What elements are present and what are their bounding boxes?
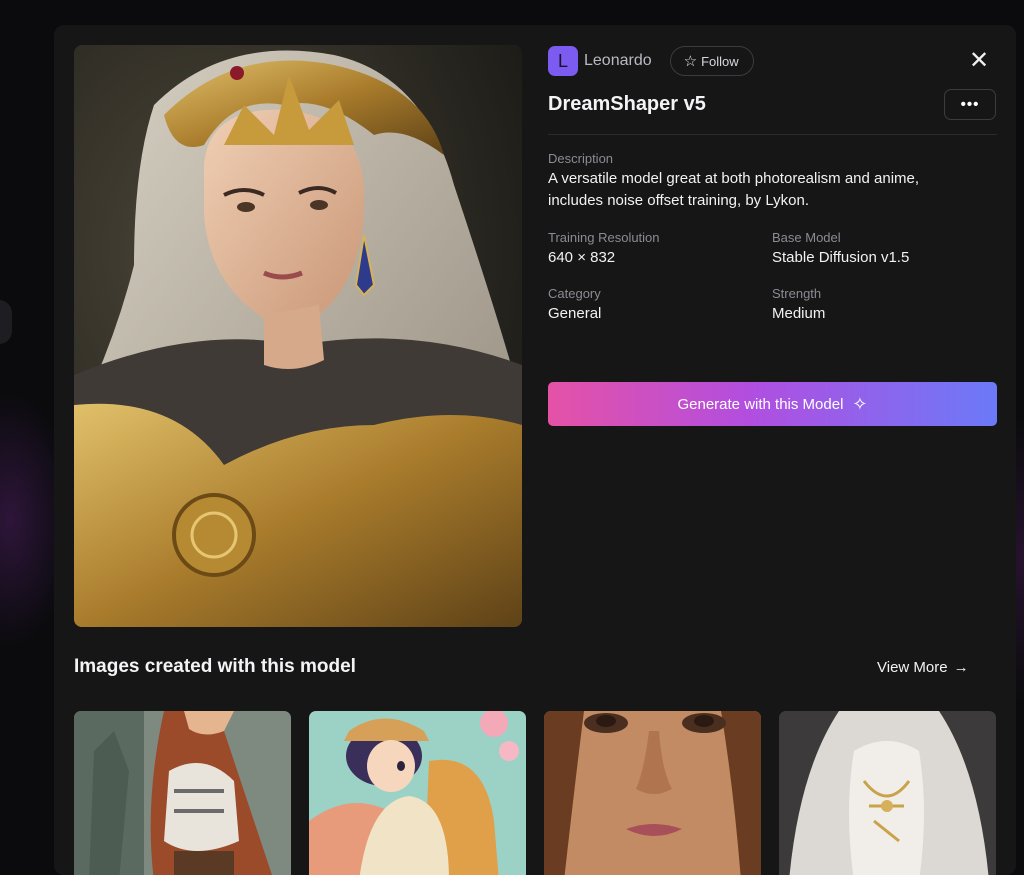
base-model-block: Base Model Stable Diffusion v1.5 [772,230,972,266]
description-label: Description [548,151,614,166]
model-hero-image [74,45,522,627]
generate-with-model-button[interactable]: Generate with this Model ✧ [548,382,997,426]
more-options-button[interactable]: ••• [944,89,996,120]
gallery-thumbnail-2[interactable] [309,711,526,875]
strength-block: Strength Medium [772,286,972,322]
base-model-label: Base Model [772,230,841,245]
follow-label: Follow [701,53,739,69]
training-resolution-block: Training Resolution 640 × 832 [548,230,748,266]
base-model-value: Stable Diffusion v1.5 [772,249,910,266]
more-dots-icon: ••• [960,96,980,113]
close-icon[interactable]: ✕ [967,49,991,73]
author-avatar[interactable]: L [548,46,578,76]
training-resolution-label: Training Resolution [548,230,660,245]
previous-arrow-handle[interactable] [0,300,12,344]
sparkles-icon: ✧ [852,394,868,414]
model-detail-modal: L Leonardo ☆ Follow ✕ DreamShaper v5 •••… [54,25,1016,875]
training-resolution-value: 640 × 832 [548,249,616,266]
divider [548,134,997,135]
gallery-thumbnail-1[interactable] [74,711,291,875]
gallery-thumbnail-3[interactable] [544,711,761,875]
strength-label: Strength [772,286,822,301]
view-more-label: View More [877,659,948,676]
gallery-thumbnail-4[interactable] [779,711,996,875]
author-initial: L [557,50,568,71]
gallery-title: Images created with this model [74,656,356,677]
star-outline-icon: ☆ [683,53,698,70]
description-text: A versatile model great at both photorea… [548,170,920,209]
category-label: Category [548,286,601,301]
follow-button[interactable]: ☆ Follow [669,46,754,76]
model-title: DreamShaper v5 [548,93,706,115]
category-value: General [548,305,602,322]
author-row: L Leonardo ☆ Follow [548,45,754,77]
category-block: Category General [548,286,748,322]
arrow-right-icon: → [953,659,969,676]
view-more-link[interactable]: View More → [877,659,969,676]
description-block: Description A versatile model great at b… [548,151,978,212]
generate-label: Generate with this Model [677,395,844,413]
author-name[interactable]: Leonardo [584,52,652,70]
strength-value: Medium [772,305,826,322]
